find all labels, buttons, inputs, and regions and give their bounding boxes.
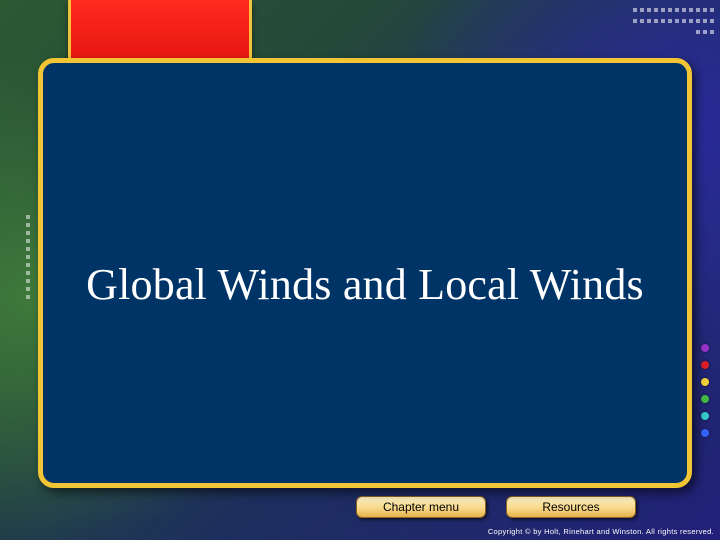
- blue-dot-icon: [701, 429, 709, 437]
- copyright-notice: Copyright © by Holt, Rinehart and Winsto…: [487, 527, 714, 536]
- slide-title: Global Winds and Local Winds: [86, 260, 644, 309]
- resources-button[interactable]: Resources: [506, 496, 636, 518]
- purple-dot-icon: [701, 344, 709, 352]
- yellow-dot-icon: [701, 378, 709, 386]
- chapter-menu-button[interactable]: Chapter menu: [356, 496, 486, 518]
- content-panel: Global Winds and Local Winds: [38, 58, 692, 488]
- decorative-dot-grid-icon: [628, 8, 714, 38]
- red-dot-icon: [701, 361, 709, 369]
- slide-canvas: Global Winds and Local Winds Chapter men…: [0, 0, 720, 540]
- cyan-dot-icon: [701, 412, 709, 420]
- colored-dot-column-icon: [701, 344, 711, 437]
- green-dot-icon: [701, 395, 709, 403]
- decorative-dot-column-icon: [24, 215, 32, 305]
